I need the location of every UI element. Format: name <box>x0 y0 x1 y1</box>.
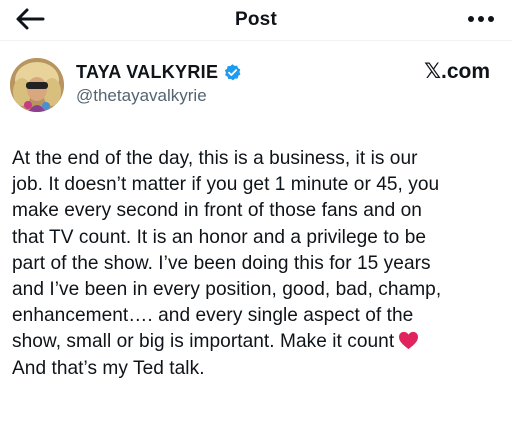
author-handle[interactable]: @thetayavalkyrie <box>76 86 207 106</box>
x-brand-logo: 𝕏.com <box>424 59 490 84</box>
avatar[interactable] <box>10 58 64 112</box>
more-horizontal-icon[interactable] <box>464 8 498 30</box>
brand-suffix: .com <box>440 60 490 83</box>
page-title: Post <box>235 9 277 30</box>
author-display-name[interactable]: TAYA VALKYRIE <box>76 62 218 83</box>
x-logo-icon: 𝕏 <box>424 59 441 83</box>
author-name-row: TAYA VALKYRIE <box>76 60 242 84</box>
header-divider <box>0 40 512 41</box>
tweet-text: At the end of the day, this is a busines… <box>12 146 508 382</box>
top-bar: Post <box>0 0 512 40</box>
tweet-closing-line: And that’s my Ted talk. <box>12 357 205 379</box>
avatar-image <box>10 58 64 112</box>
verified-badge-icon <box>225 63 241 80</box>
red-heart-icon <box>399 332 419 350</box>
tweet-body: At the end of the day, this is a busines… <box>12 148 442 353</box>
